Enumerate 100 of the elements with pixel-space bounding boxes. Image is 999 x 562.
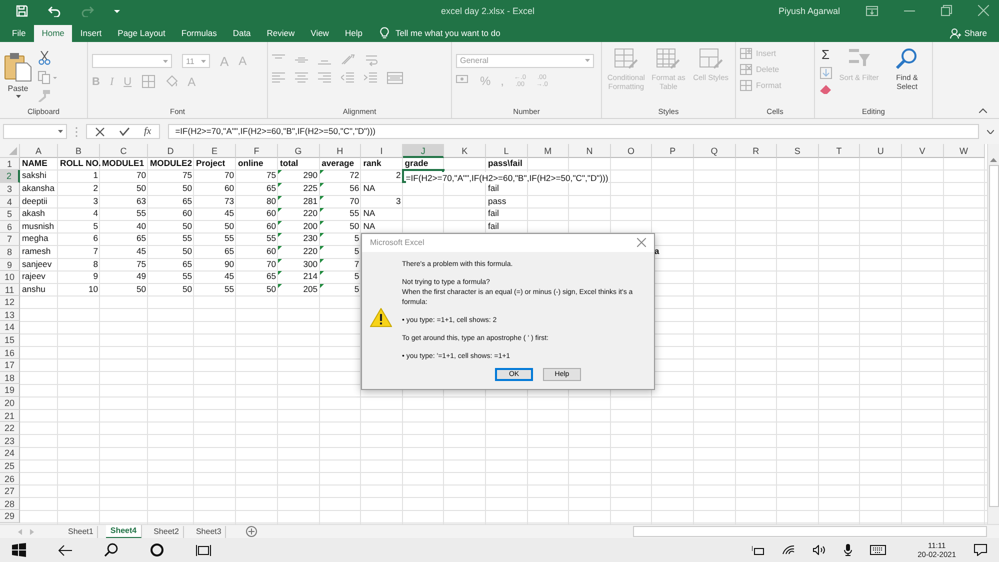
column-header[interactable]: F: [236, 144, 278, 158]
row-header[interactable]: 5: [0, 208, 20, 221]
column-header[interactable]: L: [486, 144, 528, 158]
row-header[interactable]: 12: [0, 296, 20, 309]
user-name[interactable]: Piyush Agarwal: [778, 6, 840, 16]
row-header[interactable]: 10: [0, 271, 20, 284]
microphone-icon[interactable]: [844, 544, 852, 556]
error-flag-icon[interactable]: [320, 284, 324, 288]
cell-icon[interactable]: [698, 48, 723, 70]
clipboard-icon[interactable]: [4, 52, 32, 82]
circle-icon[interactable]: [150, 543, 164, 558]
row-header[interactable]: 24: [0, 447, 20, 460]
paste-button[interactable]: Paste: [8, 84, 28, 93]
error-flag-icon[interactable]: [278, 258, 282, 262]
add-sheet-icon[interactable]: [246, 526, 258, 538]
column-header[interactable]: O: [610, 144, 652, 158]
windows-icon[interactable]: [12, 543, 26, 558]
cancel-icon[interactable]: [95, 126, 105, 137]
format-cells-icon[interactable]: [740, 80, 752, 91]
row-header[interactable]: 11: [0, 284, 20, 296]
save-icon[interactable]: [16, 4, 28, 17]
column-header[interactable]: U: [860, 144, 902, 158]
volume-icon[interactable]: [812, 545, 826, 556]
ribbon-tab[interactable]: Home: [34, 24, 72, 42]
error-flag-icon[interactable]: [278, 208, 282, 212]
column-header[interactable]: S: [777, 144, 819, 158]
row-header[interactable]: 3: [0, 182, 20, 196]
error-flag-icon[interactable]: [320, 170, 324, 174]
ribbon-tab[interactable]: Insert: [72, 24, 110, 42]
row-header[interactable]: 25: [0, 460, 20, 473]
merge-cells-icon[interactable]: [387, 72, 403, 84]
column-header[interactable]: W: [944, 144, 986, 158]
row-header[interactable]: 4: [0, 196, 20, 208]
row-header[interactable]: 15: [0, 334, 20, 347]
row-header[interactable]: 16: [0, 346, 20, 360]
error-flag-icon[interactable]: [320, 208, 324, 212]
column-header[interactable]: A: [20, 144, 58, 158]
error-flag-icon[interactable]: [320, 258, 324, 262]
error-flag-icon[interactable]: [278, 170, 282, 174]
row-header[interactable]: 23: [0, 434, 20, 448]
delete-cells-icon[interactable]: [740, 64, 752, 75]
row-header[interactable]: 13: [0, 308, 20, 322]
horizontal-scrollbar[interactable]: [633, 526, 987, 538]
customize-icon[interactable]: [114, 8, 120, 14]
row-header[interactable]: 19: [0, 384, 20, 398]
tell-me-field[interactable]: Tell me what you want to do: [395, 28, 500, 38]
error-flag-icon[interactable]: [278, 271, 282, 276]
column-header[interactable]: Q: [694, 144, 736, 158]
enter-icon[interactable]: [119, 127, 130, 136]
column-header[interactable]: I: [361, 144, 403, 158]
error-flag-icon[interactable]: [320, 196, 324, 200]
column-header[interactable]: V: [902, 144, 944, 158]
ribbon-display-icon[interactable]: [866, 6, 878, 16]
ribbon-tab[interactable]: File: [4, 24, 34, 42]
column-header[interactable]: K: [444, 144, 486, 158]
ribbon-tab[interactable]: Formulas: [173, 24, 225, 42]
row-header[interactable]: 21: [0, 410, 20, 422]
row-header[interactable]: 8: [0, 246, 20, 258]
scroll-up-icon[interactable]: [990, 158, 997, 162]
magnifier-icon[interactable]: [895, 48, 919, 70]
column-header[interactable]: N: [569, 144, 611, 158]
task-view-icon[interactable]: [196, 544, 211, 557]
search-icon[interactable]: [104, 543, 118, 558]
row-header[interactable]: 28: [0, 498, 20, 510]
row-header[interactable]: 29: [0, 510, 20, 523]
error-flag-icon[interactable]: [278, 246, 282, 250]
error-flag-icon[interactable]: [278, 182, 282, 187]
collapse-ribbon-icon[interactable]: [979, 108, 987, 113]
column-header[interactable]: B: [58, 144, 100, 158]
share-button[interactable]: Share: [964, 28, 987, 38]
row-header[interactable]: 27: [0, 485, 20, 498]
column-header[interactable]: R: [736, 144, 778, 158]
undo-icon[interactable]: [48, 4, 61, 17]
autosum-button[interactable]: Σ: [821, 48, 830, 61]
row-header[interactable]: 1: [0, 158, 20, 170]
error-flag-icon[interactable]: [320, 233, 324, 238]
row-header[interactable]: 9: [0, 258, 20, 272]
close-icon[interactable]: [637, 238, 646, 248]
scissors-icon[interactable]: [38, 50, 51, 65]
formula-field[interactable]: =IF(H2>=70,"A"",IF(H2>=60,"B",IF(H2>=50,"C","D"))): [168, 124, 979, 140]
column-header[interactable]: M: [528, 144, 570, 158]
ribbon-tab[interactable]: Review: [258, 24, 303, 42]
person-icon[interactable]: [950, 28, 962, 39]
expand-icon[interactable]: [987, 130, 994, 134]
ribbon-tab[interactable]: Help: [336, 24, 370, 42]
error-flag-icon[interactable]: [278, 220, 282, 225]
column-header[interactable]: E: [194, 144, 236, 158]
scrollbar-thumb[interactable]: [988, 164, 998, 507]
caret-icon[interactable]: [16, 94, 20, 98]
column-header[interactable]: J: [402, 144, 444, 158]
battery-icon[interactable]: [752, 546, 764, 555]
ribbon-tab[interactable]: Page Layout: [110, 24, 174, 42]
ribbon-tab[interactable]: View: [302, 24, 337, 42]
row-header[interactable]: 6: [0, 220, 20, 234]
error-flag-icon[interactable]: [320, 271, 324, 276]
column-header[interactable]: T: [818, 144, 860, 158]
back-arrow-icon[interactable]: [58, 544, 72, 556]
minimize-icon[interactable]: [904, 10, 915, 12]
close-icon[interactable]: [978, 5, 989, 16]
lightbulb-icon[interactable]: [380, 27, 390, 40]
